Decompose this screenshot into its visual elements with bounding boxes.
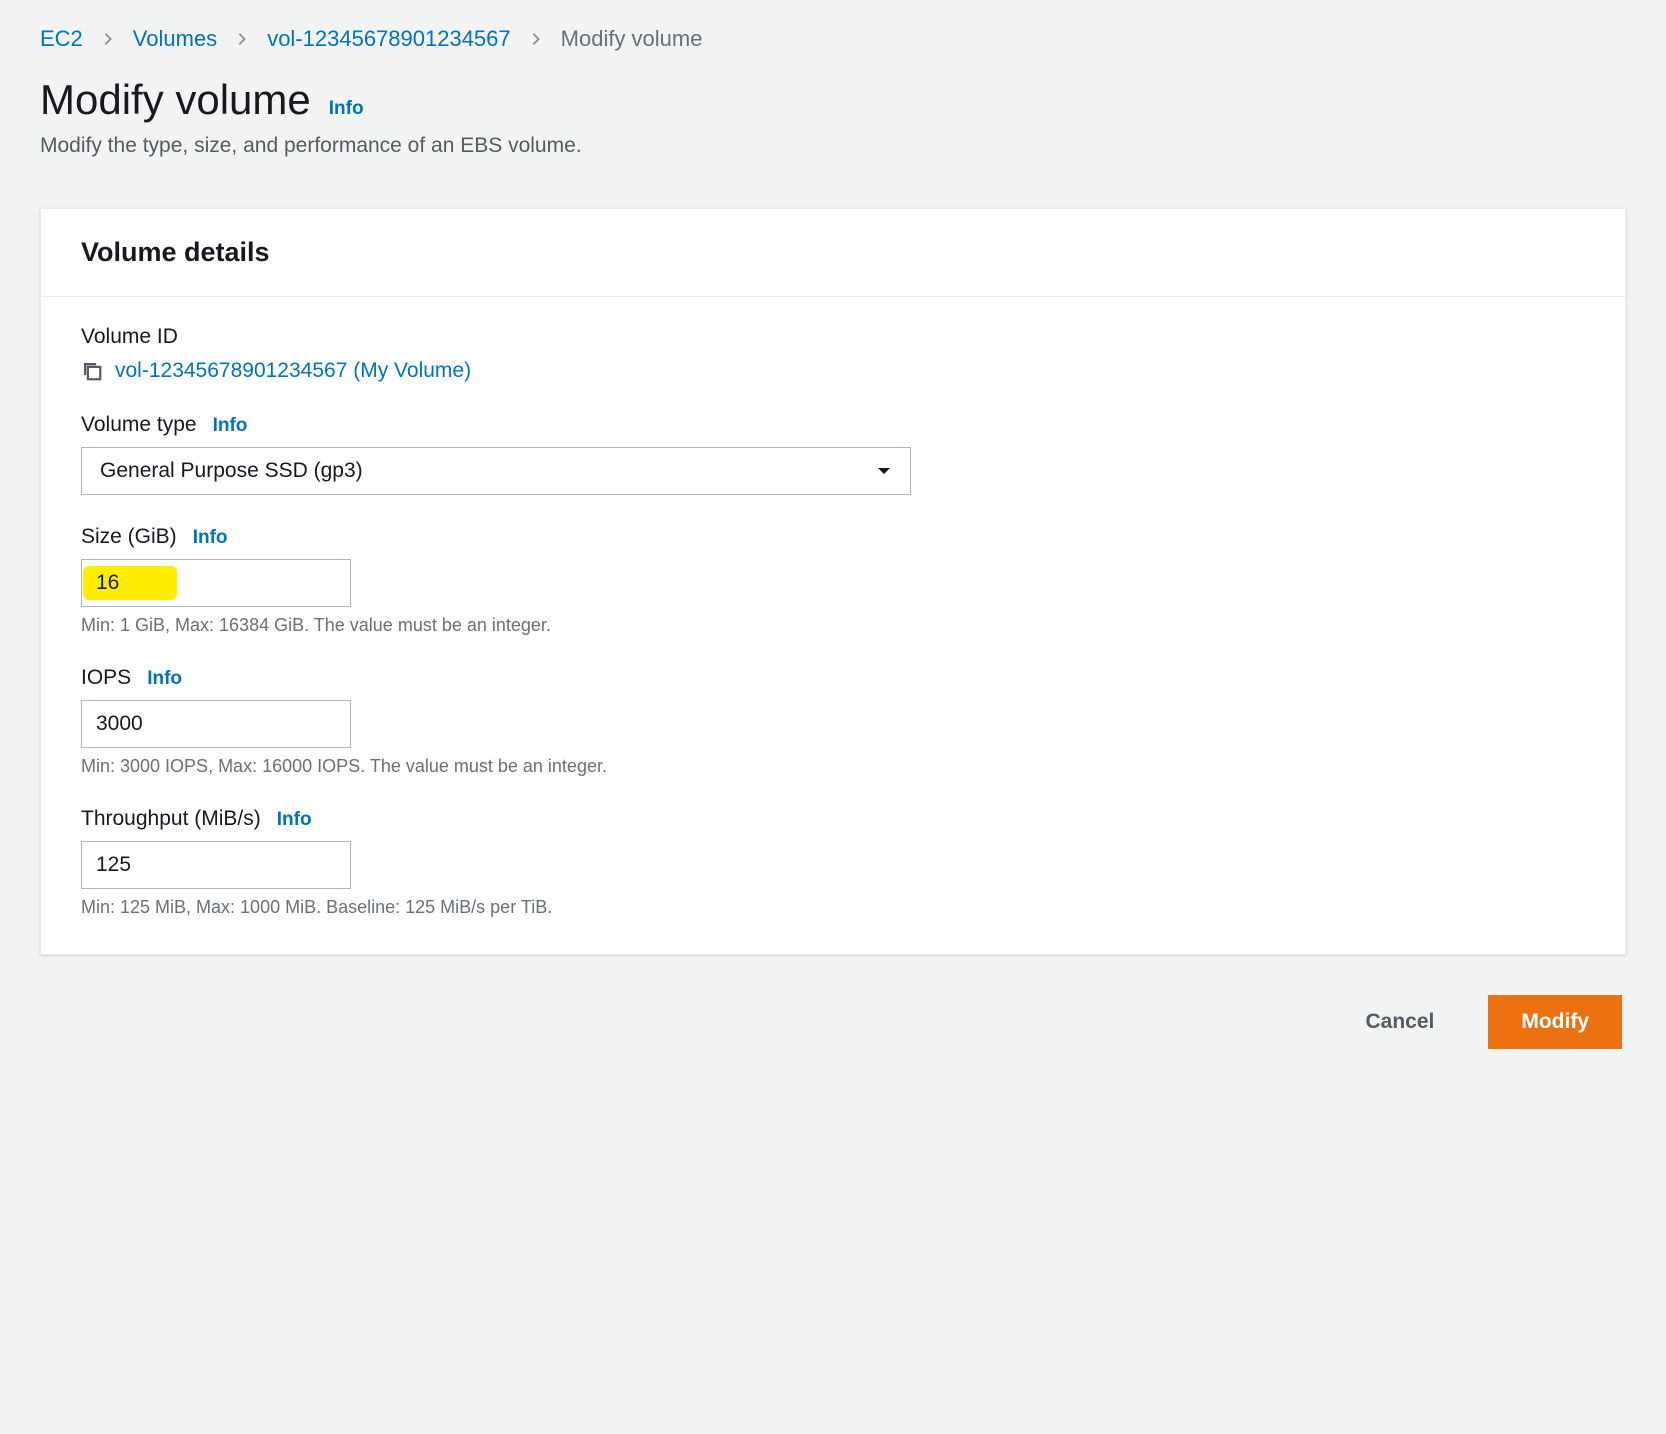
size-hint: Min: 1 GiB, Max: 16384 GiB. The value mu…: [81, 615, 1585, 636]
field-size: Size (GiB) Info Min: 1 GiB, Max: 16384 G…: [81, 525, 1585, 636]
iops-info-link[interactable]: Info: [147, 668, 182, 690]
chevron-right-icon: [235, 28, 249, 50]
page-header: Modify volume Info Modify the type, size…: [40, 76, 1626, 158]
field-volume-type: Volume type Info General Purpose SSD (gp…: [81, 413, 1585, 495]
cancel-button[interactable]: Cancel: [1339, 996, 1460, 1048]
page-description: Modify the type, size, and performance o…: [40, 134, 1626, 158]
iops-label: IOPS: [81, 666, 131, 690]
iops-hint: Min: 3000 IOPS, Max: 16000 IOPS. The val…: [81, 756, 1585, 777]
iops-input[interactable]: [81, 700, 351, 748]
modify-button[interactable]: Modify: [1488, 995, 1622, 1049]
field-throughput: Throughput (MiB/s) Info Min: 125 MiB, Ma…: [81, 807, 1585, 918]
form-actions: Cancel Modify: [40, 995, 1626, 1049]
volume-type-selected-value: General Purpose SSD (gp3): [100, 459, 363, 483]
page-title: Modify volume: [40, 76, 311, 124]
breadcrumb-volumes[interactable]: Volumes: [133, 26, 217, 52]
volume-type-info-link[interactable]: Info: [213, 415, 248, 437]
volume-id-link[interactable]: vol-12345678901234567 (My Volume): [115, 359, 471, 383]
field-volume-id: Volume ID vol-12345678901234567 (My Volu…: [81, 325, 1585, 383]
page-title-info-link[interactable]: Info: [329, 98, 364, 120]
volume-type-select[interactable]: General Purpose SSD (gp3): [81, 447, 911, 495]
caret-down-icon: [876, 459, 892, 483]
panel-title: Volume details: [81, 237, 1585, 268]
throughput-input[interactable]: [81, 841, 351, 889]
size-info-link[interactable]: Info: [193, 527, 228, 549]
chevron-right-icon: [529, 28, 543, 50]
breadcrumb: EC2 Volumes vol-12345678901234567 Modify…: [40, 20, 1626, 76]
throughput-info-link[interactable]: Info: [277, 809, 312, 831]
chevron-right-icon: [101, 28, 115, 50]
breadcrumb-ec2[interactable]: EC2: [40, 26, 83, 52]
volume-details-panel: Volume details Volume ID vol-12345678901…: [40, 208, 1626, 955]
breadcrumb-current: Modify volume: [561, 26, 703, 52]
throughput-hint: Min: 125 MiB, Max: 1000 MiB. Baseline: 1…: [81, 897, 1585, 918]
panel-header: Volume details: [41, 209, 1625, 297]
field-iops: IOPS Info Min: 3000 IOPS, Max: 16000 IOP…: [81, 666, 1585, 777]
breadcrumb-volume-id[interactable]: vol-12345678901234567: [267, 26, 510, 52]
throughput-label: Throughput (MiB/s): [81, 807, 261, 831]
size-input[interactable]: [81, 559, 351, 607]
page-root: EC2 Volumes vol-12345678901234567 Modify…: [0, 0, 1666, 1089]
panel-body: Volume ID vol-12345678901234567 (My Volu…: [41, 297, 1625, 954]
copy-icon[interactable]: [81, 360, 103, 382]
size-label: Size (GiB): [81, 525, 177, 549]
volume-type-label: Volume type: [81, 413, 197, 437]
volume-id-label: Volume ID: [81, 325, 178, 349]
